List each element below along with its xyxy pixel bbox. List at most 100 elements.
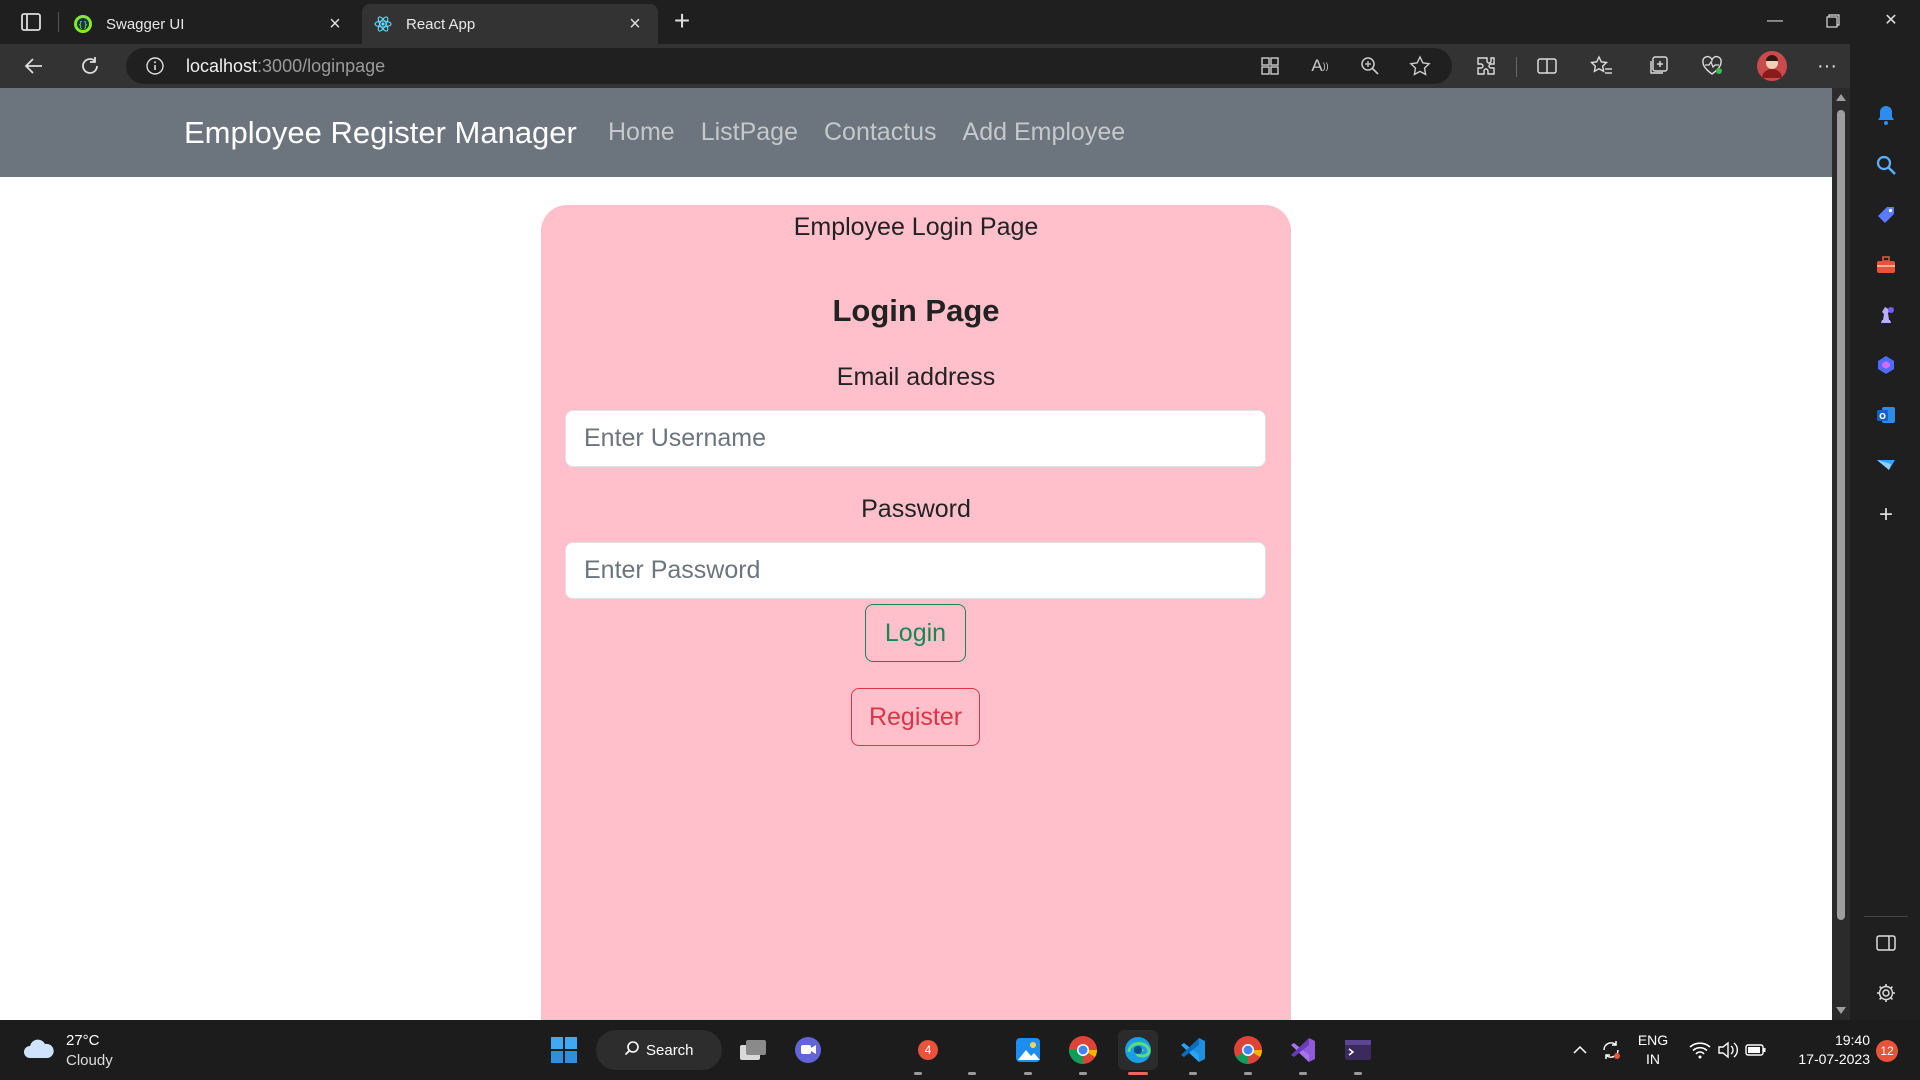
nav-link-listpage[interactable]: ListPage — [701, 118, 798, 147]
chrome-profile-icon[interactable] — [1228, 1030, 1268, 1070]
scrollbar-thumb[interactable] — [1837, 110, 1845, 920]
running-indicator — [968, 1072, 976, 1075]
add-sidebar-app-icon[interactable]: + — [1873, 501, 1899, 528]
battery-icon[interactable] — [1742, 1030, 1770, 1070]
read-aloud-icon[interactable]: A)) — [1308, 54, 1332, 78]
language-region[interactable]: IN — [1632, 1051, 1674, 1067]
edge-browser-icon[interactable] — [1118, 1030, 1158, 1070]
tools-briefcase-icon[interactable] — [1873, 252, 1899, 278]
navbar-brand[interactable]: Employee Register Manager — [184, 88, 577, 177]
username-input[interactable] — [565, 410, 1266, 467]
nav-link-home[interactable]: Home — [608, 118, 675, 147]
favorite-star-icon[interactable] — [1408, 54, 1432, 78]
microsoft-365-icon[interactable] — [1873, 352, 1899, 378]
tab-actions-icon[interactable] — [18, 9, 44, 35]
windows-start-icon[interactable] — [544, 1030, 584, 1070]
edge-sidebar: O + — [1850, 44, 1920, 1020]
cloudy-weather-icon[interactable] — [22, 1036, 56, 1060]
drop-send-icon[interactable] — [1873, 452, 1899, 478]
svg-text:{}: {} — [78, 20, 88, 29]
scroll-down-arrow-icon[interactable] — [1836, 1007, 1846, 1014]
hide-sidebar-icon[interactable] — [1873, 930, 1899, 956]
notification-count-badge[interactable]: 12 — [1876, 1040, 1898, 1062]
outlook-icon[interactable]: O — [1873, 402, 1899, 428]
browser-titlebar: {} Swagger UI × React App × + — ✕ — [0, 0, 1920, 44]
login-heading: Login Page — [832, 293, 1000, 328]
nav-link-add-employee[interactable]: Add Employee — [963, 118, 1126, 147]
sidebar-settings-gear-icon[interactable] — [1873, 980, 1899, 1006]
swagger-favicon-icon: {} — [74, 15, 92, 33]
more-options-icon[interactable]: ··· — [1815, 54, 1839, 78]
running-indicator — [1354, 1072, 1362, 1075]
info-icon[interactable] — [146, 57, 164, 75]
react-favicon-icon — [374, 15, 392, 33]
close-icon[interactable]: × — [624, 13, 646, 35]
taskbar-app-with-badge-icon[interactable]: 4 — [908, 1030, 948, 1070]
url-path: :3000/loginpage — [257, 56, 386, 76]
sidebar-divider — [1864, 916, 1908, 917]
card-subtitle: Employee Login Page — [793, 213, 1039, 241]
shopping-tag-icon[interactable] — [1873, 202, 1899, 228]
page-scrollbar[interactable] — [1832, 88, 1850, 1020]
url-text[interactable]: localhost:3000/loginpage — [186, 48, 385, 84]
app-available-icon[interactable] — [1258, 54, 1282, 78]
zoom-icon[interactable] — [1358, 54, 1382, 78]
scroll-up-arrow-icon[interactable] — [1836, 94, 1846, 101]
taskbar-search[interactable]: Search — [596, 1030, 722, 1070]
browser-essentials-icon[interactable] — [1700, 54, 1724, 78]
sync-icon[interactable] — [1596, 1030, 1626, 1070]
tab-swagger-ui[interactable]: {} Swagger UI × — [62, 4, 358, 44]
running-indicator — [1024, 1072, 1032, 1075]
clock-time[interactable]: 19:40 — [1780, 1032, 1870, 1048]
register-button[interactable]: Register — [851, 688, 980, 746]
nav-link-contactus[interactable]: Contactus — [824, 118, 937, 147]
login-card: Employee Login Page Login Page Email add… — [541, 205, 1291, 1020]
games-chess-icon[interactable] — [1873, 302, 1899, 328]
search-icon[interactable] — [1873, 152, 1899, 178]
volume-icon[interactable] — [1714, 1030, 1742, 1070]
password-label: Password — [861, 495, 971, 523]
running-indicator — [1299, 1072, 1307, 1075]
chrome-icon[interactable] — [1063, 1030, 1103, 1070]
running-indicator — [1244, 1072, 1252, 1075]
back-arrow-icon[interactable] — [18, 50, 50, 82]
visual-studio-icon[interactable] — [1283, 1030, 1323, 1070]
refresh-icon[interactable] — [74, 50, 106, 82]
terminal-icon[interactable] — [1338, 1030, 1378, 1070]
tab-title: Swagger UI — [106, 15, 185, 33]
profile-avatar-icon[interactable] — [1756, 50, 1788, 82]
show-hidden-icons-chevron-icon[interactable] — [1566, 1030, 1594, 1070]
tab-react-app[interactable]: React App × — [362, 4, 658, 44]
app-badge: 4 — [918, 1040, 938, 1060]
weather-description[interactable]: Cloudy — [66, 1052, 113, 1069]
close-icon[interactable]: × — [324, 13, 346, 35]
restore-icon[interactable] — [1810, 6, 1856, 36]
app-navbar: Employee Register Manager Home ListPage … — [0, 88, 1832, 177]
running-indicator — [1189, 1072, 1197, 1075]
windows-taskbar: 27°C Cloudy Search 4 ENG IN 19:40 17-07-… — [0, 1020, 1920, 1080]
collections-icon[interactable] — [1646, 54, 1670, 78]
page-viewport: Employee Register Manager Home ListPage … — [0, 88, 1832, 1020]
split-screen-icon[interactable] — [1535, 54, 1559, 78]
address-bar[interactable]: localhost:3000/loginpage A)) — [126, 48, 1452, 84]
tab-title: React App — [406, 15, 476, 33]
favorites-icon[interactable] — [1590, 54, 1614, 78]
task-view-icon[interactable] — [733, 1030, 773, 1070]
running-indicator — [1079, 1072, 1087, 1075]
login-button[interactable]: Login — [865, 604, 966, 662]
close-window-icon[interactable]: ✕ — [1868, 6, 1914, 36]
toolbar-divider — [1516, 57, 1517, 77]
email-label: Email address — [836, 363, 996, 391]
password-input[interactable] — [565, 542, 1266, 599]
minimize-icon[interactable]: — — [1752, 6, 1798, 36]
wifi-icon[interactable] — [1686, 1030, 1714, 1070]
photos-app-icon[interactable] — [1008, 1030, 1048, 1070]
vscode-icon[interactable] — [1173, 1030, 1213, 1070]
clock-date[interactable]: 17-07-2023 — [1780, 1051, 1870, 1067]
extensions-icon[interactable] — [1474, 54, 1498, 78]
teams-chat-icon[interactable] — [788, 1030, 828, 1070]
notification-bell-icon[interactable] — [1873, 102, 1899, 128]
language-eng[interactable]: ENG — [1632, 1032, 1674, 1048]
weather-temperature[interactable]: 27°C — [66, 1032, 100, 1049]
new-tab-plus-icon[interactable]: + — [668, 7, 696, 36]
